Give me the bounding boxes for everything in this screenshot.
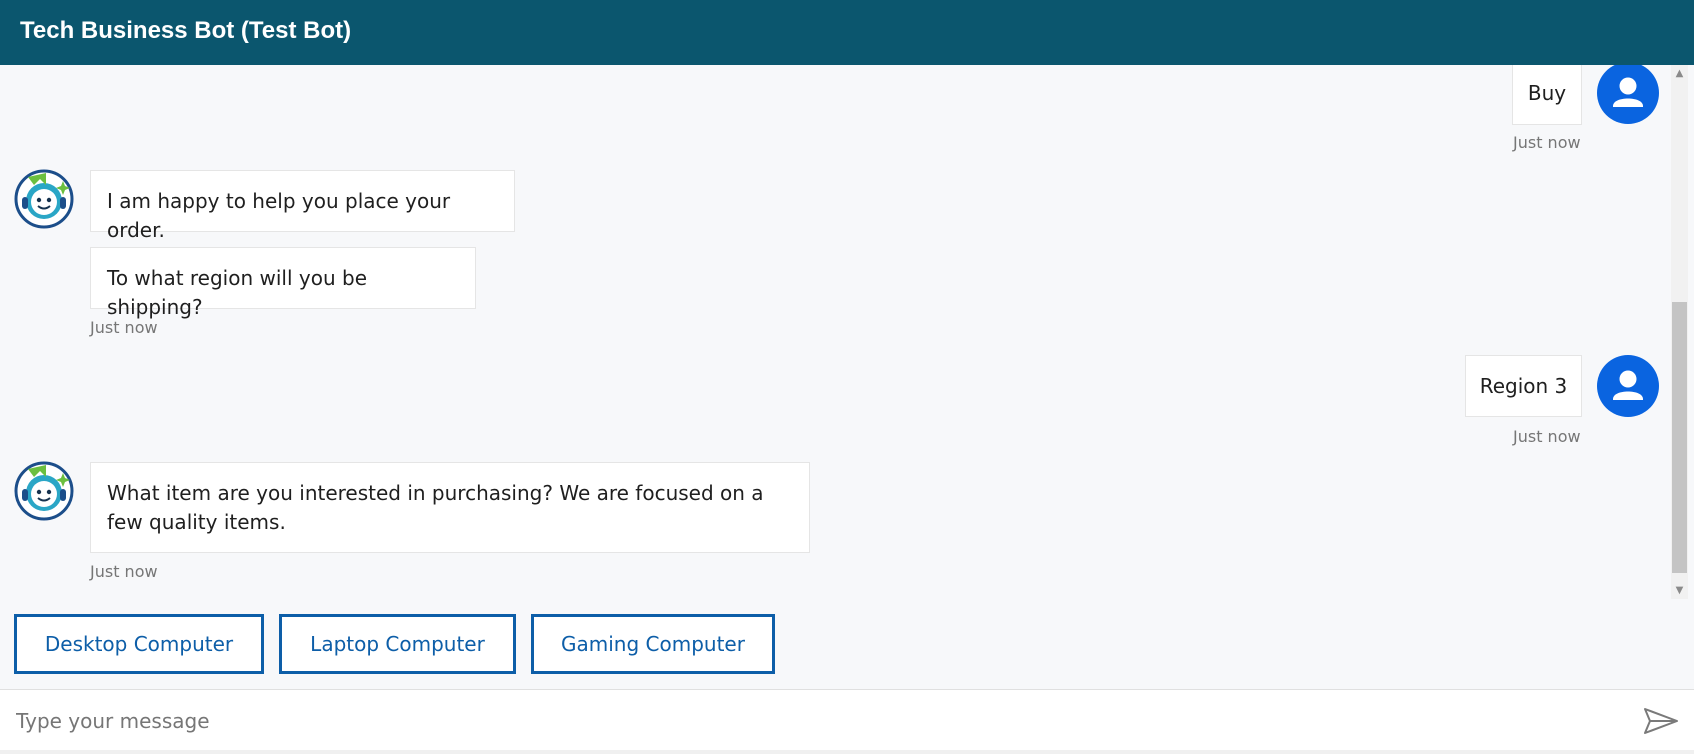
bot-avatar-icon: [14, 169, 74, 229]
suggested-action-label: Gaming Computer: [561, 632, 745, 656]
message-timestamp: Just now: [1513, 133, 1581, 152]
user-message-bubble: Region 3: [1465, 355, 1582, 417]
user-message-text: Region 3: [1479, 373, 1568, 398]
bottom-divider: [0, 750, 1694, 754]
transcript-scrollbar[interactable]: ▲ ▼: [1671, 65, 1688, 599]
user-message-bubble: Buy: [1512, 65, 1582, 125]
bot-message-bubble: What item are you interested in purchasi…: [90, 462, 810, 553]
scroll-up-arrow-icon[interactable]: ▲: [1671, 65, 1688, 82]
message-timestamp: Just now: [90, 318, 158, 337]
bot-message-bubble: To what region will you be shipping?: [90, 247, 476, 319]
suggested-action-laptop-computer[interactable]: Laptop Computer: [279, 614, 516, 674]
message-timestamp: Just now: [90, 562, 158, 581]
bot-message-text: I am happy to help you place your order.: [107, 189, 451, 242]
suggested-action-desktop-computer[interactable]: Desktop Computer: [14, 614, 264, 674]
message-composer: [0, 689, 1694, 751]
suggested-action-label: Laptop Computer: [310, 632, 485, 656]
scrollbar-thumb[interactable]: [1672, 302, 1687, 573]
chat-transcript[interactable]: Buy Just now I am happy to help you plac…: [0, 65, 1694, 689]
bot-avatar-icon: [14, 461, 74, 521]
user-avatar-icon: [1597, 65, 1659, 124]
header-title: Tech Business Bot (Test Bot): [20, 17, 352, 44]
user-avatar-icon: [1597, 355, 1659, 417]
send-button[interactable]: [1640, 700, 1682, 742]
message-timestamp: Just now: [1513, 427, 1581, 446]
scroll-down-arrow-icon[interactable]: ▼: [1671, 582, 1688, 599]
suggested-action-gaming-computer[interactable]: Gaming Computer: [531, 614, 775, 674]
send-icon: [1644, 708, 1678, 734]
chat-header: Tech Business Bot (Test Bot): [0, 0, 1694, 65]
suggested-action-label: Desktop Computer: [44, 632, 234, 656]
bot-message-bubble: I am happy to help you place your order.: [90, 170, 515, 242]
user-message-text: Buy: [1527, 80, 1567, 105]
bot-message-text: What item are you interested in purchasi…: [107, 481, 764, 534]
bot-message-text: To what region will you be shipping?: [107, 266, 367, 319]
message-input[interactable]: [14, 700, 1608, 742]
